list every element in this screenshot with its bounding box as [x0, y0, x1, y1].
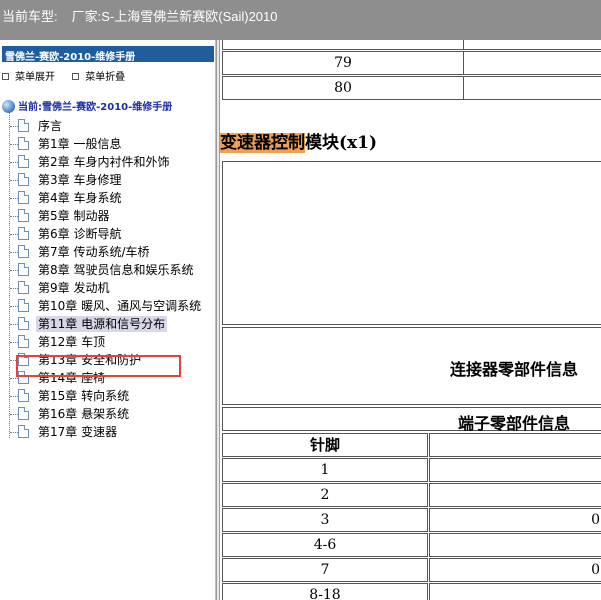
current-model-label: 当前车型: — [2, 9, 58, 24]
manufacturer-label: 厂家:S-上海雪佛兰新赛欧(Sail)2010 — [71, 9, 278, 24]
tree-item-label: 第5章 制动器 — [38, 209, 110, 223]
document-icon — [18, 191, 29, 204]
pin-cell: 7 — [222, 558, 428, 582]
table-cell — [463, 76, 601, 100]
table-cell — [222, 40, 464, 50]
module-title-highlight: 变速器控制 — [220, 133, 305, 153]
document-icon — [18, 245, 29, 258]
tree-item-label: 序言 — [38, 119, 63, 133]
content-panel: 79 80 变速器控制模块(x1) 连接器零部件信息 端子零部件信息 针脚 1 … — [220, 40, 601, 600]
square-icon — [72, 73, 80, 80]
tree-item-label: 第8章 驾驶员信息和娱乐系统 — [38, 263, 194, 277]
document-icon — [18, 173, 29, 186]
pin-value-cell: 0 — [429, 558, 601, 582]
tree-item-chapter-5[interactable]: 第5章 制动器 — [8, 207, 215, 225]
menu-collapse-label: 菜单折叠 — [85, 72, 126, 83]
module-title-rest: 模块(x1) — [305, 133, 378, 153]
tree-item-chapter-1[interactable]: 第1章 一般信息 — [8, 135, 215, 153]
document-icon — [18, 263, 29, 276]
tree-item-label: 第2章 车身内衬件和外饰 — [38, 155, 170, 169]
menu-collapse-button[interactable]: 菜单折叠 — [72, 68, 125, 83]
tree-item-label: 第9章 发动机 — [38, 281, 110, 295]
table-cell — [463, 51, 601, 75]
pin-value-cell — [429, 458, 601, 482]
table-cell — [429, 433, 601, 457]
document-icon — [18, 389, 29, 402]
tree-item-label: 第1章 一般信息 — [38, 137, 122, 151]
pin-value-cell — [429, 533, 601, 557]
module-title: 变速器控制模块(x1) — [220, 128, 378, 153]
document-icon — [18, 425, 29, 438]
square-icon — [2, 73, 9, 80]
tree-item-chapter-3[interactable]: 第3章 车身修理 — [8, 171, 215, 189]
tree-item-label: 第12章 车顶 — [38, 335, 106, 349]
tree-item-chapter-12[interactable]: 第12章 车顶 — [8, 333, 215, 351]
title-bar: 当前车型: 厂家:S-上海雪佛兰新赛欧(Sail)2010 — [0, 0, 601, 40]
pin-header: 针脚 — [222, 433, 428, 457]
menu-expand-label: 菜单展开 — [15, 72, 55, 83]
tree-item-label: 第4章 车身系统 — [38, 191, 122, 205]
tree-item-chapter-15[interactable]: 第15章 转向系统 — [8, 387, 215, 405]
pin-value-cell — [429, 483, 601, 507]
tree-item-label: 第17章 变速器 — [38, 425, 118, 439]
tree-item-chapter-10[interactable]: 第10章 暖风、通风与空调系统 — [8, 297, 215, 315]
tree-item-chapter-6[interactable]: 第6章 诊断导航 — [8, 225, 215, 243]
connector-image-area — [222, 161, 601, 325]
selection-highlight-box — [16, 355, 181, 377]
menu-actions: 菜单展开 菜单折叠 — [2, 68, 139, 83]
manual-header: 雪佛兰-赛欧-2010-维修手册 — [2, 46, 214, 62]
tree-item-chapter-11[interactable]: 第11章 电源和信号分布 — [8, 315, 215, 333]
table-row-79: 79 — [222, 51, 464, 75]
document-icon — [18, 317, 29, 330]
document-icon — [18, 209, 29, 222]
document-icon — [18, 137, 29, 150]
tree-item-label: 第15章 转向系统 — [38, 389, 130, 403]
table-cell — [463, 40, 601, 50]
tree-item-chapter-16[interactable]: 第16章 悬架系统 — [8, 405, 215, 423]
table-row-80: 80 — [222, 76, 464, 100]
sidebar: 雪佛兰-赛欧-2010-维修手册 菜单展开 菜单折叠 当前:雪佛兰-赛欧-201… — [0, 40, 216, 600]
document-icon — [18, 299, 29, 312]
connector-info-label: 连接器零部件信息 — [450, 360, 579, 379]
pin-cell: 4-6 — [222, 533, 428, 557]
tree-root[interactable]: 当前:雪佛兰-赛欧-2010-维修手册 — [2, 98, 172, 116]
tree-item-chapter-2[interactable]: 第2章 车身内衬件和外饰 — [8, 153, 215, 171]
tree-item-label: 第11章 电源和信号分布 — [36, 316, 168, 332]
document-icon — [18, 281, 29, 294]
tree-item-preface[interactable]: 序言 — [8, 117, 215, 135]
tree-item-chapter-7[interactable]: 第7章 传动系统/车桥 — [8, 243, 215, 261]
terminal-info-label: 端子零部件信息 — [458, 414, 571, 433]
tree-item-chapter-8[interactable]: 第8章 驾驶员信息和娱乐系统 — [8, 261, 215, 279]
tree-item-chapter-9[interactable]: 第9章 发动机 — [8, 279, 215, 297]
tree-item-chapter-4[interactable]: 第4章 车身系统 — [8, 189, 215, 207]
tree-item-label: 第6章 诊断导航 — [38, 227, 122, 241]
pin-value-cell: 0 — [429, 508, 601, 532]
tree-root-label: 当前:雪佛兰-赛欧-2010-维修手册 — [18, 102, 173, 113]
pin-value-cell — [429, 583, 601, 600]
pin-cell: 2 — [222, 483, 428, 507]
document-icon — [18, 227, 29, 240]
tree-item-label: 第7章 传动系统/车桥 — [38, 245, 150, 259]
tree-item-label: 第3章 车身修理 — [38, 173, 122, 187]
pin-cell: 3 — [222, 508, 428, 532]
pin-cell: 1 — [222, 458, 428, 482]
document-icon — [18, 119, 29, 132]
tree-item-label: 第16章 悬架系统 — [38, 407, 130, 421]
document-icon — [18, 155, 29, 168]
tree-item-label: 第10章 暖风、通风与空调系统 — [38, 299, 202, 313]
tree-item-chapter-17[interactable]: 第17章 变速器 — [8, 423, 215, 441]
pin-cell: 8-18 — [222, 583, 428, 600]
menu-expand-button[interactable]: 菜单展开 — [2, 68, 55, 83]
document-icon — [18, 335, 29, 348]
document-icon — [18, 407, 29, 420]
